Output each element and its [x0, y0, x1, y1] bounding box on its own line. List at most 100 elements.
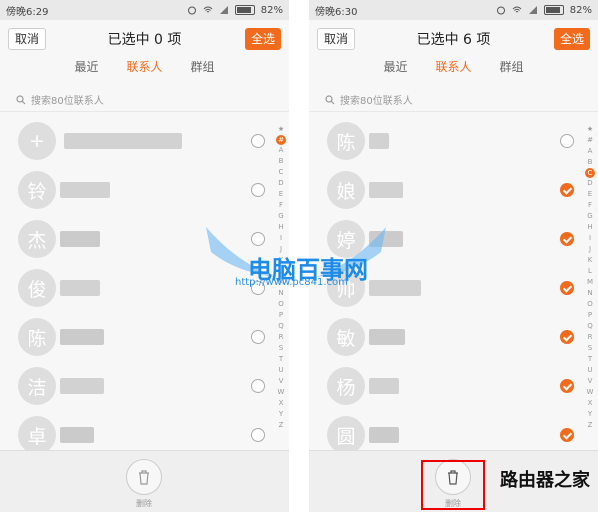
index-letter[interactable]: A	[588, 146, 593, 157]
index-letter[interactable]: P	[588, 310, 592, 321]
index-letter[interactable]: M	[587, 277, 593, 288]
contact-checkbox[interactable]	[560, 428, 574, 442]
index-letter[interactable]: L	[279, 266, 283, 277]
list-item[interactable]: 铃	[0, 165, 289, 215]
search-input[interactable]: 搜索80位联系人	[309, 88, 598, 112]
index-letter[interactable]: H	[587, 222, 592, 233]
contact-checkbox[interactable]	[560, 281, 574, 295]
list-item[interactable]: +	[0, 116, 289, 166]
index-letter[interactable]: J	[589, 244, 591, 255]
index-letter[interactable]: P	[279, 310, 283, 321]
index-letter[interactable]: O	[587, 299, 593, 310]
index-letter[interactable]: O	[278, 299, 284, 310]
tab-recent[interactable]: 最近	[383, 58, 407, 84]
index-letter[interactable]: ★	[587, 124, 593, 135]
contact-checkbox[interactable]	[251, 134, 265, 148]
index-letter[interactable]: R	[588, 332, 593, 343]
list-item[interactable]: 杰	[0, 214, 289, 264]
index-letter[interactable]: U	[278, 365, 283, 376]
contact-checkbox[interactable]	[560, 183, 574, 197]
select-all-button[interactable]: 全选	[553, 28, 590, 50]
contact-checkbox[interactable]	[560, 330, 574, 344]
list-item[interactable]: 娘	[309, 165, 598, 215]
index-letter[interactable]: B	[588, 157, 593, 168]
index-letter[interactable]: ★	[278, 124, 284, 135]
contact-checkbox[interactable]	[251, 232, 265, 246]
list-item[interactable]: 卓	[0, 410, 289, 450]
index-letter[interactable]: G	[278, 211, 283, 222]
index-letter[interactable]: X	[588, 398, 593, 409]
alphabet-index[interactable]: ★ # A B C D E F G H I J K L M N O P Q R S T U V W X Y Z	[276, 124, 286, 431]
index-letter[interactable]: S	[588, 343, 592, 354]
list-item[interactable]: 圆	[309, 410, 598, 450]
index-letter[interactable]: X	[279, 398, 284, 409]
delete-button[interactable]	[126, 459, 162, 495]
index-letter[interactable]: D	[278, 178, 283, 189]
index-letter[interactable]: R	[279, 332, 284, 343]
index-letter[interactable]: E	[588, 189, 592, 200]
list-item[interactable]: 敏	[309, 312, 598, 362]
index-letter[interactable]: Z	[588, 420, 593, 431]
index-letter[interactable]: M	[278, 277, 284, 288]
list-item[interactable]: 陈	[0, 312, 289, 362]
index-letter[interactable]: K	[588, 255, 593, 266]
contact-checkbox[interactable]	[560, 134, 574, 148]
index-letter[interactable]: V	[588, 376, 593, 387]
index-letter[interactable]: I	[280, 233, 282, 244]
index-letter[interactable]: Z	[279, 420, 284, 431]
contact-checkbox[interactable]	[251, 428, 265, 442]
index-letter[interactable]: Q	[587, 321, 593, 332]
index-letter[interactable]: T	[588, 354, 592, 365]
tab-contacts[interactable]: 联系人	[126, 58, 162, 84]
select-all-button[interactable]: 全选	[244, 28, 281, 50]
index-letter[interactable]: Y	[279, 409, 283, 420]
index-letter[interactable]: U	[587, 365, 592, 376]
index-letter[interactable]: C	[585, 168, 595, 178]
index-letter[interactable]: A	[279, 145, 284, 156]
tab-groups[interactable]: 群组	[500, 58, 524, 84]
tab-groups[interactable]: 群组	[191, 58, 215, 84]
index-letter[interactable]: Q	[278, 321, 284, 332]
index-letter[interactable]: F	[279, 200, 283, 211]
contact-checkbox[interactable]	[251, 330, 265, 344]
list-item[interactable]: 杨	[309, 361, 598, 411]
cancel-button[interactable]: 取消	[317, 28, 356, 50]
index-letter[interactable]: N	[587, 288, 592, 299]
alphabet-index[interactable]: ★ # A B C D E F G H I J K L M N O P Q R S T U V W X Y Z	[585, 124, 595, 431]
index-letter[interactable]: F	[588, 200, 592, 211]
list-item[interactable]: 帅	[309, 263, 598, 313]
page-title: 已选中 6 项	[416, 32, 491, 48]
index-letter[interactable]: S	[279, 343, 283, 354]
contact-checkbox[interactable]	[560, 232, 574, 246]
cancel-button[interactable]: 取消	[8, 28, 47, 50]
index-letter[interactable]: L	[588, 266, 592, 277]
index-letter[interactable]: C	[279, 167, 284, 178]
index-letter[interactable]: N	[278, 288, 283, 299]
index-letter[interactable]: E	[279, 189, 283, 200]
index-letter[interactable]: #	[587, 135, 593, 146]
tab-recent[interactable]: 最近	[74, 58, 98, 84]
list-item[interactable]: 陈	[309, 116, 598, 166]
index-letter[interactable]: D	[587, 178, 592, 189]
index-letter[interactable]: Y	[588, 409, 592, 420]
index-letter[interactable]: H	[278, 222, 283, 233]
index-letter[interactable]: W	[278, 387, 285, 398]
list-item[interactable]: 俊	[0, 263, 289, 313]
index-letter[interactable]: I	[589, 233, 591, 244]
index-letter[interactable]: W	[587, 387, 594, 398]
index-letter[interactable]: V	[279, 376, 284, 387]
list-item[interactable]: 婷	[309, 214, 598, 264]
contact-checkbox[interactable]	[251, 281, 265, 295]
index-letter[interactable]: T	[279, 354, 283, 365]
index-letter[interactable]: G	[587, 211, 592, 222]
contact-checkbox[interactable]	[251, 379, 265, 393]
contact-checkbox[interactable]	[251, 183, 265, 197]
list-item[interactable]: 洁	[0, 361, 289, 411]
index-letter[interactable]: K	[279, 255, 284, 266]
index-letter[interactable]: B	[279, 156, 284, 167]
index-letter[interactable]: J	[280, 244, 282, 255]
tab-contacts[interactable]: 联系人	[435, 58, 471, 84]
search-input[interactable]: 搜索80位联系人	[0, 88, 289, 112]
index-letter[interactable]: #	[276, 135, 286, 145]
contact-checkbox[interactable]	[560, 379, 574, 393]
